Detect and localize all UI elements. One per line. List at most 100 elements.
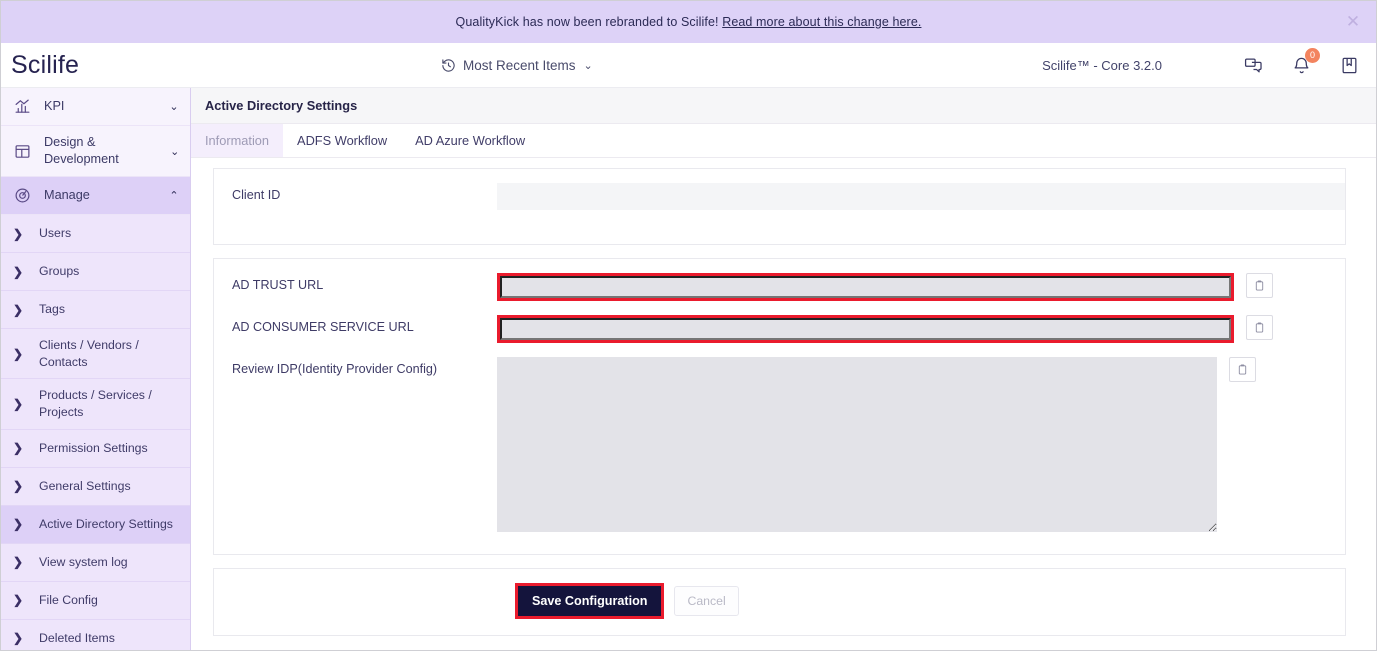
chevron-right-icon: ❯ bbox=[12, 593, 24, 608]
banner-message: QualityKick has now been rebranded to Sc… bbox=[455, 15, 723, 29]
tab-adfs-workflow[interactable]: ADFS Workflow bbox=[283, 124, 401, 157]
review-idp-field-wrap bbox=[497, 357, 1345, 532]
notification-badge: 0 bbox=[1305, 48, 1320, 63]
bar-chart-icon bbox=[13, 98, 32, 115]
review-idp-textarea[interactable] bbox=[497, 357, 1217, 532]
sidebar-item-clients-vendors-contacts[interactable]: ❯ Clients / Vendors / Contacts bbox=[1, 329, 190, 380]
client-id-card: Client ID bbox=[213, 168, 1346, 245]
chevron-right-icon: ❯ bbox=[12, 555, 24, 570]
chevron-right-icon: ❯ bbox=[12, 346, 24, 361]
sidebar-item-groups[interactable]: ❯ Groups bbox=[1, 253, 190, 292]
sidebar-item-active-directory-settings[interactable]: ❯ Active Directory Settings bbox=[1, 505, 190, 544]
bell-icon[interactable]: 0 bbox=[1290, 48, 1320, 76]
ad-consumer-service-url-highlight bbox=[497, 315, 1234, 343]
sidebar-item-users[interactable]: ❯ Users bbox=[1, 215, 190, 254]
sidebar-item-manage[interactable]: Manage ⌃ bbox=[1, 177, 190, 216]
rebrand-banner: QualityKick has now been rebranded to Sc… bbox=[1, 1, 1376, 43]
review-idp-label: Review IDP(Identity Provider Config) bbox=[232, 362, 438, 376]
target-icon bbox=[13, 187, 32, 204]
scilife-logo[interactable]: Scilife bbox=[11, 51, 241, 80]
sidebar-item-label: View system log bbox=[39, 554, 128, 569]
chevron-down-icon: ⌄ bbox=[583, 59, 593, 72]
client-id-row: Client ID bbox=[214, 169, 1345, 210]
ad-trust-url-label: AD TRUST URL bbox=[232, 278, 324, 292]
client-id-input[interactable] bbox=[497, 183, 1345, 210]
chevron-right-icon: ❯ bbox=[12, 226, 24, 241]
sidebar-item-label: Deleted Items bbox=[39, 630, 115, 645]
chevron-down-icon: ⌄ bbox=[169, 101, 179, 113]
version-label: Scilife™ - Core 3.2.0 bbox=[1042, 57, 1162, 73]
clipboard-icon[interactable] bbox=[1246, 273, 1273, 298]
tab-ad-azure-workflow[interactable]: AD Azure Workflow bbox=[401, 124, 539, 157]
ad-trust-url-input[interactable] bbox=[500, 276, 1231, 298]
sidebar-item-file-config[interactable]: ❯ File Config bbox=[1, 581, 190, 620]
sidebar-item-general-settings[interactable]: ❯ General Settings bbox=[1, 467, 190, 506]
ad-config-card: AD TRUST URL AD CONSUMER SERVICE URL Rev… bbox=[213, 258, 1346, 555]
bookmark-icon[interactable] bbox=[1338, 54, 1360, 76]
ad-consumer-service-url-label: AD CONSUMER SERVICE URL bbox=[232, 320, 414, 334]
sidebar-item-label: Tags bbox=[39, 302, 65, 317]
history-clock-icon bbox=[441, 58, 456, 73]
tab-information[interactable]: Information bbox=[191, 124, 284, 157]
banner-link[interactable]: Read more about this change here. bbox=[722, 15, 921, 29]
clipboard-icon[interactable] bbox=[1229, 357, 1256, 382]
save-configuration-button[interactable]: Save Configuration bbox=[518, 586, 662, 616]
sidebar-item-deleted-items[interactable]: ❯ Deleted Items bbox=[1, 619, 190, 650]
layout-icon bbox=[13, 143, 32, 160]
chevron-right-icon: ❯ bbox=[12, 397, 24, 412]
sidebar-item-label: Design & Development bbox=[44, 135, 119, 167]
ad-trust-url-field-wrap bbox=[497, 273, 1345, 301]
chevron-right-icon: ❯ bbox=[12, 631, 24, 646]
client-id-label: Client ID bbox=[232, 188, 281, 202]
chevron-up-icon: ⌃ bbox=[169, 190, 179, 203]
ad-consumer-service-url-input[interactable] bbox=[500, 318, 1231, 340]
app-window: QualityKick has now been rebranded to Sc… bbox=[0, 0, 1377, 651]
chevron-right-icon: ❯ bbox=[12, 517, 24, 532]
main-content: Active Directory Settings Information AD… bbox=[191, 88, 1376, 650]
clipboard-icon[interactable] bbox=[1246, 315, 1273, 340]
app-header: Scilife Most Recent Items ⌄ Scilife™ - C… bbox=[1, 43, 1376, 88]
sidebar-item-label: File Config bbox=[39, 592, 98, 607]
sidebar: KPI ⌄ Design & Development ⌄ Manage ⌃ ❯ … bbox=[1, 88, 191, 650]
sidebar-item-label: Active Directory Settings bbox=[39, 516, 173, 531]
sidebar-item-kpi[interactable]: KPI ⌄ bbox=[1, 88, 190, 126]
ad-trust-url-highlight bbox=[497, 273, 1234, 301]
sidebar-item-label: Users bbox=[39, 226, 72, 241]
sidebar-item-label: Permission Settings bbox=[39, 440, 148, 455]
save-button-highlight: Save Configuration bbox=[515, 583, 665, 619]
ad-consumer-service-url-row: AD CONSUMER SERVICE URL bbox=[214, 301, 1345, 343]
chevron-down-icon: ⌄ bbox=[170, 145, 180, 158]
sidebar-item-tags[interactable]: ❯ Tags bbox=[1, 291, 190, 330]
app-body: KPI ⌄ Design & Development ⌄ Manage ⌃ ❯ … bbox=[1, 88, 1376, 650]
sidebar-item-label: Groups bbox=[39, 264, 80, 279]
most-recent-items-label: Most Recent Items bbox=[463, 57, 576, 73]
review-idp-row: Review IDP(Identity Provider Config) bbox=[214, 343, 1345, 532]
sidebar-item-label: Manage bbox=[44, 188, 90, 203]
chat-icon[interactable] bbox=[1242, 54, 1264, 76]
tab-bar: Information ADFS Workflow AD Azure Workf… bbox=[191, 124, 1376, 158]
chevron-right-icon: ❯ bbox=[12, 479, 24, 494]
sidebar-item-label: General Settings bbox=[39, 478, 131, 493]
chevron-right-icon: ❯ bbox=[12, 302, 24, 317]
sidebar-item-label: Clients / Vendors / Contacts bbox=[39, 338, 139, 369]
ad-consumer-service-url-field-wrap bbox=[497, 315, 1345, 343]
page-title-bar: Active Directory Settings bbox=[191, 88, 1376, 124]
sidebar-item-view-system-log[interactable]: ❯ View system log bbox=[1, 543, 190, 582]
cancel-button[interactable]: Cancel bbox=[674, 586, 739, 616]
banner-text: QualityKick has now been rebranded to Sc… bbox=[456, 15, 922, 29]
chevron-right-icon: ❯ bbox=[12, 264, 24, 279]
chevron-right-icon: ❯ bbox=[12, 441, 24, 456]
sidebar-item-design-development[interactable]: Design & Development ⌄ bbox=[1, 126, 190, 178]
close-icon[interactable]: ✕ bbox=[1344, 13, 1362, 31]
ad-trust-url-row: AD TRUST URL bbox=[214, 259, 1345, 301]
settings-form: Client ID AD TRUST URL AD CONSUMER SERVI… bbox=[191, 158, 1376, 650]
sidebar-item-permission-settings[interactable]: ❯ Permission Settings bbox=[1, 429, 190, 468]
sidebar-item-label: Products / Services / Projects bbox=[39, 388, 152, 420]
most-recent-items-dropdown[interactable]: Most Recent Items ⌄ bbox=[441, 58, 593, 73]
page-title: Active Directory Settings bbox=[205, 98, 358, 113]
header-actions: Scilife™ - Core 3.2.0 0 bbox=[1042, 48, 1360, 76]
form-actions: Save Configuration Cancel bbox=[213, 568, 1346, 636]
client-id-field-wrap bbox=[497, 183, 1345, 210]
sidebar-item-label: KPI bbox=[44, 98, 65, 113]
sidebar-item-products-services-projects[interactable]: ❯ Products / Services / Projects bbox=[1, 379, 190, 430]
